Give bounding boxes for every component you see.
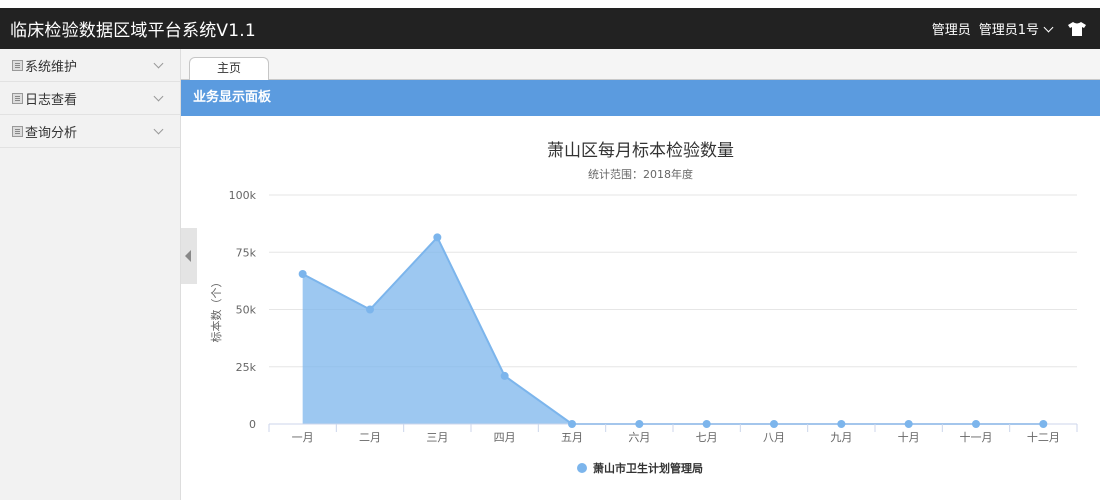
- y-tick-label: 75k: [236, 246, 257, 259]
- data-point: [972, 420, 980, 428]
- x-tick-label: 五月: [561, 431, 583, 444]
- data-point: [568, 420, 576, 428]
- x-tick-label: 二月: [359, 431, 381, 444]
- chart-area: 0 25k 50k 75k 100k 标本数（个） 一月 二月 三月 四月 五月 六月 七月 八月 九月 十月…: [209, 189, 1078, 444]
- x-tick-label: 十二月: [1027, 430, 1060, 444]
- legend-marker: [577, 463, 587, 473]
- y-tick-label: 100k: [229, 189, 257, 202]
- data-point: [433, 233, 442, 242]
- y-tick-label: 25k: [236, 361, 257, 374]
- data-point: [298, 270, 307, 279]
- y-tick-label: 0: [249, 418, 256, 431]
- legend-label: 萧山市卫生计划管理局: [593, 462, 703, 475]
- y-tick-label: 50k: [236, 304, 257, 317]
- x-tick-label: 九月: [830, 431, 852, 444]
- data-point: [770, 420, 778, 428]
- x-tick-label: 一月: [292, 431, 314, 444]
- x-tick-label: 三月: [426, 431, 448, 444]
- data-point: [366, 305, 374, 314]
- data-point: [837, 420, 846, 428]
- x-tick-label: 八月: [763, 431, 785, 444]
- x-tick-label: 四月: [494, 431, 516, 444]
- data-point: [702, 420, 711, 428]
- x-tick-label: 十月: [898, 430, 920, 444]
- data-point: [635, 420, 644, 428]
- data-point: [500, 371, 509, 380]
- x-tick-label: 六月: [628, 431, 650, 444]
- x-tick-label: 七月: [696, 431, 718, 444]
- x-tick-label: 十一月: [960, 430, 993, 444]
- y-axis-title: 标本数（个）: [209, 277, 223, 343]
- legend-item[interactable]: 萧山市卫生计划管理局: [577, 460, 703, 476]
- data-point: [904, 420, 913, 428]
- series-area: [302, 237, 1044, 424]
- data-point: [1039, 420, 1048, 428]
